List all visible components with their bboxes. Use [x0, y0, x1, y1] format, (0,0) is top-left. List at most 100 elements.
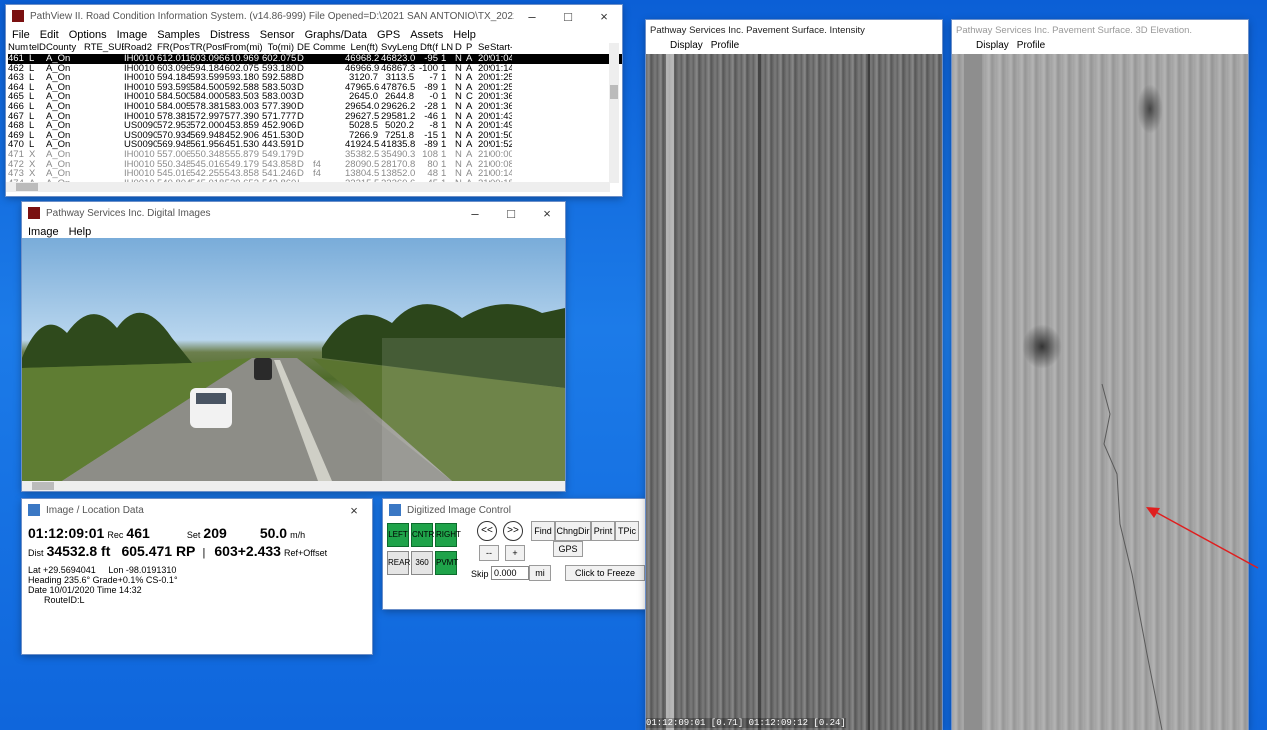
table-row-cell: f4 [313, 169, 321, 179]
table-row-cell [84, 160, 124, 170]
tpic-button[interactable]: TPic [615, 521, 639, 541]
table-row-cell: 583.503 [262, 82, 297, 93]
elevation-menu-profile[interactable]: Profile [1017, 40, 1045, 51]
left-camera-button[interactable]: LEFT [387, 523, 409, 547]
main-menu-gps[interactable]: GPS [377, 29, 400, 41]
freeze-button[interactable]: Click to Freeze [565, 565, 645, 581]
maximize-icon[interactable]: □ [550, 9, 586, 24]
close-icon[interactable]: × [336, 503, 372, 518]
table-header-cell: P [466, 43, 473, 53]
table-row[interactable]: 473 X A_On IH0010 X545.016542.255543.858541… [8, 169, 622, 179]
table-row[interactable]: 461 L A_On IH0010 L612.011603.096610.969602… [8, 54, 622, 64]
360-camera-button[interactable]: 360 [411, 551, 433, 575]
next-image-button[interactable]: >> [503, 521, 523, 541]
table-header[interactable]: NumtelDCounty RTE_SUBRoad2 FR(Post)TR(Post… [8, 43, 622, 54]
table-row-cell: 3113.5 [385, 73, 414, 83]
table-vertical-scrollbar[interactable] [609, 43, 619, 183]
images-horizontal-scrollbar[interactable] [22, 481, 565, 491]
table-row[interactable]: 467 L A_On IH0010 L578.381572.997577.390571… [8, 112, 622, 122]
pavement-elevation-image [952, 54, 1248, 730]
change-direction-button[interactable]: ChngDir [555, 521, 591, 541]
maximize-icon[interactable]: □ [493, 206, 529, 221]
main-menu-assets[interactable]: Assets [410, 29, 443, 41]
table-row[interactable]: 463 L A_On IH0010 L594.184593.599593.180592… [8, 73, 622, 83]
table-row-cell: N [455, 140, 462, 150]
intensity-menu-profile[interactable]: Profile [711, 40, 739, 51]
minimize-icon[interactable]: – [514, 9, 550, 24]
main-menu-sensor[interactable]: Sensor [260, 29, 295, 41]
table-row-cell: N [455, 54, 462, 64]
table-row-cell: A_On [46, 73, 71, 83]
set-value: 209 [203, 525, 227, 541]
table-header-cell: Road2 [124, 43, 152, 53]
close-icon[interactable]: × [529, 206, 565, 221]
table-row[interactable]: 472 X A_On IH0010 X550.348545.016549.179543… [8, 160, 622, 170]
find-button[interactable]: Find [531, 521, 555, 541]
table-row-cell: 471 [8, 149, 24, 160]
skip-input[interactable] [491, 566, 529, 580]
table-row-cell: A [466, 73, 473, 83]
table-row-cell: 572.997 [190, 111, 224, 122]
location-titlebar[interactable]: Image / Location Data × [22, 499, 372, 521]
table-row[interactable]: 465 L A_On IH0010 L584.500584.000583.503583… [8, 92, 622, 102]
table-row-cell: 48 [427, 169, 438, 179]
rec-value: 461 [126, 525, 150, 541]
table-row[interactable]: 462 L A_On IH0010 L603.096594.184602.075593… [8, 64, 622, 74]
center-camera-button[interactable]: CNTR [411, 523, 434, 547]
table-row-cell: f4 [313, 159, 321, 170]
main-menu-file[interactable]: File [12, 29, 30, 41]
elevation-menu-display[interactable]: Display [976, 40, 1009, 51]
table-row-cell: 603.096 [157, 63, 190, 74]
table-row-cell: 108 [422, 149, 438, 160]
table-row-cell: 1 [441, 111, 447, 122]
main-menu-distress[interactable]: Distress [210, 29, 250, 41]
main-menu-edit[interactable]: Edit [40, 29, 59, 41]
control-titlebar[interactable]: Digitized Image Control [383, 499, 647, 521]
table-row[interactable]: 468 L A_On US0090 L572.953572.000453.859452… [8, 121, 622, 131]
table-row[interactable]: 470 L A_On US0090 L569.948561.956451.530443… [8, 140, 622, 150]
table-row-cell: 469 [8, 130, 24, 141]
main-menu-options[interactable]: Options [69, 29, 107, 41]
table-row[interactable]: 471 X A_On IH0010 X557.006550.348555.879549… [8, 150, 622, 160]
minimize-icon[interactable]: – [457, 206, 493, 221]
right-camera-button[interactable]: RIGHT [435, 523, 461, 547]
set-label: Set [186, 530, 201, 540]
elevation-window-title: Pathway Services Inc. Pavement Surface. … [956, 24, 1193, 36]
images-titlebar[interactable]: Pathway Services Inc. Digital Images – □… [22, 202, 565, 224]
table-row-cell [313, 131, 345, 141]
mi-button[interactable]: mi [529, 565, 551, 581]
table-row-cell: C [466, 92, 473, 102]
main-menu-help[interactable]: Help [453, 29, 476, 41]
table-header-cell: RTE_SUB [84, 43, 124, 53]
table-row-cell: D [297, 101, 304, 112]
main-menu-samples[interactable]: Samples [157, 29, 200, 41]
images-menu-image[interactable]: Image [28, 226, 59, 238]
increment-button[interactable]: + [505, 545, 525, 561]
main-titlebar[interactable]: PathView II. Road Condition Information … [6, 5, 622, 27]
table-row-cell: 35490.3 [381, 149, 416, 160]
intensity-menu-display[interactable]: Display [670, 40, 703, 51]
images-menu-help[interactable]: Help [69, 226, 92, 238]
table-row[interactable]: 466 L A_On IH0010 L584.005578.381583.003577… [8, 102, 622, 112]
rear-camera-button[interactable]: REAR [387, 551, 410, 575]
table-row-cell: L [29, 54, 35, 64]
table-row-cell: 543.858 [262, 159, 297, 170]
previous-image-button[interactable]: << [477, 521, 497, 541]
pavement-camera-button[interactable]: PVMT [435, 551, 458, 575]
table-row-cell: 1 [441, 92, 447, 102]
close-icon[interactable]: × [586, 9, 622, 24]
table-row[interactable]: 469 L A_On US0090 L570.934569.948452.906451… [8, 131, 622, 141]
table-header-cell: Set [478, 43, 490, 53]
table-row-cell: 452.906 [224, 130, 259, 141]
decrement-button[interactable]: -- [479, 545, 499, 561]
table-row[interactable]: 464 L A_On IH0010 L593.599584.500592.588583… [8, 83, 622, 93]
lon-value: Lon -98.0191310 [108, 565, 177, 575]
table-row-cell: 470 [8, 140, 24, 150]
table-row-cell: 443.591 [262, 140, 297, 150]
table-horizontal-scrollbar[interactable] [6, 182, 610, 192]
print-button[interactable]: Print [591, 521, 615, 541]
main-menu-graphs-data[interactable]: Graphs/Data [305, 29, 367, 41]
main-menu-image[interactable]: Image [117, 29, 148, 41]
gps-button[interactable]: GPS [553, 541, 583, 557]
location-data-window: Image / Location Data × 01:12:09:01 Rec … [22, 499, 372, 654]
